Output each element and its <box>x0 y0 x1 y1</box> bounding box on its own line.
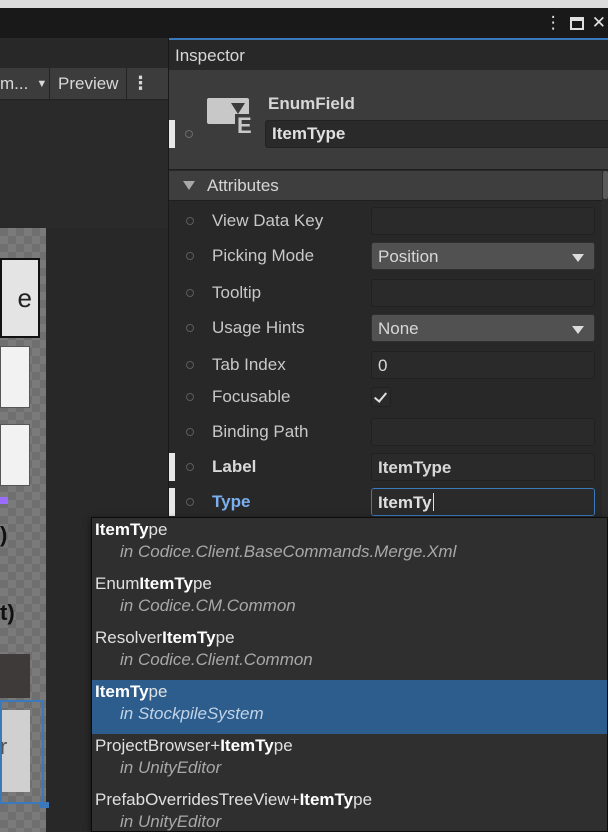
canvas-element-box[interactable] <box>0 346 30 408</box>
binding-dot-icon[interactable] <box>186 289 194 297</box>
dropdown-value: None <box>378 319 419 338</box>
completion-item-selected[interactable]: ItemType in StockpileSystem <box>92 680 607 734</box>
binding-dot-icon[interactable] <box>186 252 194 260</box>
close-icon[interactable]: ✕ <box>592 13 606 33</box>
chevron-down-icon: ▼ <box>36 77 48 90</box>
completion-item-name: ItemType <box>95 682 168 701</box>
binding-dot-icon[interactable] <box>186 498 194 506</box>
completion-item-namespace: in UnityEditor <box>120 812 222 831</box>
row-view-data-key: View Data Key <box>169 204 608 238</box>
inspector-tab[interactable]: Inspector <box>169 38 608 70</box>
completion-item[interactable]: EnumItemType in Codice.CM.Common <box>92 572 607 626</box>
maximize-icon[interactable] <box>569 16 584 30</box>
enum-field-icon: E <box>207 98 254 138</box>
row-focusable: Focusable <box>169 380 608 414</box>
binding-dot-icon[interactable] <box>185 130 193 138</box>
tooltip-field[interactable] <box>371 279 595 307</box>
canvas-button-preview[interactable]: e <box>0 258 40 338</box>
completion-item-namespace: in Codice.Client.BaseCommands.Merge.Xml <box>120 542 457 561</box>
view-data-key-field[interactable] <box>371 207 595 235</box>
binding-dot-icon[interactable] <box>186 428 194 436</box>
element-name-field[interactable]: ItemType <box>265 120 608 148</box>
binding-dot-icon[interactable] <box>186 361 194 369</box>
chevron-down-icon <box>572 254 584 262</box>
checkmark-icon <box>373 389 388 403</box>
row-picking-mode: Picking Mode Position <box>169 239 608 273</box>
chevron-down-icon <box>572 326 584 334</box>
row-tab-index: Tab Index 0 <box>169 348 608 382</box>
completion-item-name: ResolverItemType <box>95 628 235 647</box>
canvas-text: t) <box>0 600 15 625</box>
type-field[interactable]: ItemTy <box>371 488 595 516</box>
foldout-arrow-icon[interactable] <box>183 181 195 190</box>
dropdown-value: Position <box>378 247 439 266</box>
row-tooltip: Tooltip <box>169 276 608 310</box>
field-label: Picking Mode <box>212 246 315 265</box>
type-field-text: ItemTy <box>378 493 432 512</box>
completion-item[interactable]: ResolverItemType in Codice.Client.Common <box>92 626 607 680</box>
window-controls: ⋮ ✕ <box>545 8 608 38</box>
text-cursor <box>432 493 434 511</box>
canvas-element-box[interactable] <box>0 424 30 486</box>
completion-item-name: ProjectBrowser+ItemType <box>95 736 293 755</box>
canvas-element-dark[interactable] <box>0 654 30 698</box>
field-label: Label <box>212 457 257 476</box>
completion-item-name: ItemType <box>95 520 168 539</box>
picking-mode-dropdown[interactable]: Position <box>371 242 595 270</box>
element-type-label: EnumField <box>268 94 355 113</box>
completion-item-namespace: in UnityEditor <box>120 758 222 777</box>
label-field[interactable]: ItemType <box>371 453 595 481</box>
canvas-text: r <box>0 734 8 759</box>
theme-dropdown-value: m... <box>0 73 29 93</box>
completion-item-name: EnumItemType <box>95 574 212 593</box>
binding-path-field[interactable] <box>371 418 595 446</box>
usage-hints-dropdown[interactable]: None <box>371 314 595 342</box>
window-menu-icon[interactable]: ⋮ <box>545 13 562 33</box>
field-label: Type <box>212 492 251 511</box>
field-label: View Data Key <box>212 211 324 230</box>
field-label: Focusable <box>212 387 291 406</box>
row-binding-path: Binding Path <box>169 415 608 449</box>
completion-item-name: PrefabOverridesTreeView+ItemType <box>95 790 373 809</box>
attributes-foldout[interactable]: Attributes <box>169 171 608 201</box>
binding-dot-icon[interactable] <box>186 217 194 225</box>
resize-handle[interactable] <box>40 802 49 808</box>
completion-item[interactable]: ItemType in Codice.Client.BaseCommands.M… <box>92 518 607 572</box>
completion-item[interactable]: PrefabOverridesTreeView+ItemType in Unit… <box>92 788 607 831</box>
inspector-tab-label: Inspector <box>175 46 245 65</box>
type-completion-popup: ItemType in Codice.Client.BaseCommands.M… <box>91 517 608 832</box>
foldout-label: Attributes <box>207 176 279 195</box>
preview-button[interactable]: Preview <box>50 67 128 100</box>
row-label: Label ItemType <box>169 450 608 484</box>
editor-title-strip <box>0 8 608 38</box>
completion-item-namespace: in Codice.Client.Common <box>120 650 313 669</box>
canvas-text: ) <box>0 522 8 547</box>
field-label: Usage Hints <box>212 318 305 337</box>
completion-item-namespace: in StockpileSystem <box>120 704 264 723</box>
canvas-marker <box>0 497 8 504</box>
os-title-strip <box>0 0 608 8</box>
scrollbar-thumb[interactable] <box>603 171 608 199</box>
field-label: Binding Path <box>212 422 309 441</box>
theme-dropdown[interactable]: m... ▼ <box>0 67 50 100</box>
viewport-menu-icon[interactable]: ⋮ <box>127 73 153 94</box>
tab-index-field[interactable]: 0 <box>371 351 595 379</box>
field-label: Tooltip <box>212 283 262 302</box>
viewport-toolbar: m... ▼ Preview ⋮ <box>0 67 168 100</box>
binding-dot-icon[interactable] <box>186 393 194 401</box>
completion-item-namespace: in Codice.CM.Common <box>120 596 296 615</box>
row-type: Type ItemTy <box>169 485 608 519</box>
binding-dot-icon[interactable] <box>186 324 194 332</box>
row-usage-hints: Usage Hints None <box>169 311 608 345</box>
completion-item[interactable]: ProjectBrowser+ItemType in UnityEditor <box>92 734 607 788</box>
focusable-checkbox[interactable] <box>371 387 391 407</box>
override-indicator <box>169 453 175 481</box>
override-indicator <box>169 120 175 148</box>
binding-dot-icon[interactable] <box>186 463 194 471</box>
override-indicator <box>169 488 175 516</box>
field-label: Tab Index <box>212 355 286 374</box>
